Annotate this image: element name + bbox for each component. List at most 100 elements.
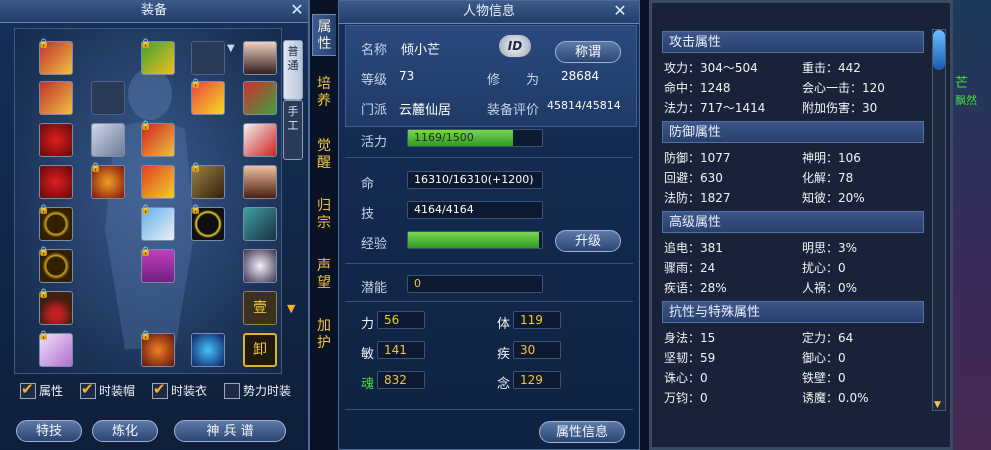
equip-slot-ring-gold-2[interactable]: 🔒 — [38, 247, 73, 283]
level-label: 等级 — [361, 73, 388, 88]
stat-agi-value: 141 — [377, 341, 425, 359]
attr-value: 御心：0 — [802, 351, 846, 365]
scroll-down-icon[interactable]: ▼ — [287, 302, 295, 315]
attr-value: 诱魔：0.0% — [802, 391, 869, 405]
checkbox-fashion-hat-box[interactable] — [80, 380, 96, 399]
attr-value: 身法：15 — [664, 331, 716, 345]
attr-value: 人祸：0% — [802, 281, 858, 295]
tab-awaken[interactable]: 觉醒 — [312, 138, 336, 178]
checkbox-fashion-hat[interactable]: 时装帽 — [80, 380, 135, 400]
equip-slot-flower[interactable] — [243, 123, 277, 157]
attr-value: 重击：442 — [802, 61, 861, 75]
tab-return[interactable]: 归宗 — [312, 198, 336, 238]
equip-slot-scroll[interactable]: 🔒 — [38, 331, 73, 367]
tab-attributes[interactable]: 属性 — [312, 14, 336, 56]
special-skill-button[interactable]: 特技 — [16, 420, 82, 442]
equip-slot-shoulder[interactable]: 🔒 — [190, 79, 225, 115]
exp-bar — [407, 231, 543, 249]
equipment-close-icon[interactable]: ✕ — [288, 1, 306, 19]
equip-slot-pet[interactable]: 🔒 — [140, 331, 175, 367]
unload-button[interactable]: 卸 — [243, 333, 277, 367]
checkbox-fashion-body-box[interactable] — [152, 380, 168, 399]
skill-field: 4164/4164 — [407, 201, 543, 219]
attr-value: 会心一击：120 — [802, 81, 885, 95]
game-scene-edge: 芒 飘然 — [953, 0, 991, 450]
attr-value: 铁壁：0 — [802, 371, 846, 385]
id-badge[interactable]: ID — [499, 35, 531, 57]
attr-value: 疾语：28% — [664, 281, 727, 295]
equip-slot-spirit[interactable] — [243, 249, 277, 283]
equip-slot-gold-ring[interactable]: 🔒 — [190, 205, 225, 241]
equip-slot-charm[interactable]: 🔒 — [140, 205, 175, 241]
equip-slot-belt[interactable] — [141, 165, 175, 199]
stat-spd-value: 30 — [513, 341, 561, 359]
checkbox-attr-box[interactable] — [20, 380, 36, 399]
divider — [345, 301, 633, 302]
equip-slot-fashion-hat[interactable] — [243, 41, 277, 75]
lock-icon: 🔒 — [38, 39, 50, 49]
checkbox-faction-fashion-label: 势力时装 — [243, 384, 292, 398]
tab-normal[interactable]: 普通 — [283, 40, 303, 100]
equip-slot-flame[interactable]: 🔒 — [90, 163, 125, 199]
equip-slot-necklace[interactable]: 🔒 — [38, 289, 73, 325]
section-defense-header: 防御属性 — [662, 121, 924, 143]
tab-protection[interactable]: 加护 — [312, 318, 336, 358]
checkbox-fashion-body-label: 时装衣 — [171, 384, 208, 398]
scrollbar-thumb[interactable] — [933, 30, 945, 70]
dropdown-arrow-icon[interactable]: ▼ — [227, 43, 235, 54]
lock-icon: 🔒 — [38, 247, 50, 257]
attr-value: 回避：630 — [664, 171, 723, 185]
title-button[interactable]: 称谓 — [555, 41, 621, 63]
vitality-value: 1169/1500 — [414, 131, 474, 144]
checkbox-attr[interactable]: 属性 — [20, 380, 63, 400]
equip-slot-ring-red-2[interactable] — [39, 165, 73, 199]
checkbox-faction-fashion-box[interactable] — [224, 382, 240, 399]
lock-icon: 🔒 — [190, 205, 202, 215]
attr-value: 附加伤害：30 — [802, 101, 878, 115]
attr-value: 命中：1248 — [664, 81, 731, 95]
stat-spd-label: 疾 — [497, 347, 511, 362]
equip-slot-empty-1[interactable] — [91, 81, 125, 115]
equip-slot-mount[interactable] — [243, 207, 277, 241]
refine-button[interactable]: 炼化 — [92, 420, 158, 442]
scroll-down-icon[interactable]: ▼ — [934, 400, 941, 410]
equip-slot-empty-2[interactable] — [191, 41, 225, 75]
tab-handmade[interactable]: 手工 — [283, 100, 303, 160]
equip-slot-ring-gold-1[interactable]: 🔒 — [38, 205, 73, 241]
equip-slot-orb[interactable] — [191, 333, 225, 367]
equip-slot-talisman-1[interactable]: 🔒 — [38, 39, 73, 75]
equip-slot-ring-red-1[interactable] — [39, 123, 73, 157]
character-info-close-icon[interactable]: ✕ — [611, 2, 629, 20]
name-label: 名称 — [361, 43, 388, 58]
stat-str-value: 56 — [377, 311, 425, 329]
lock-icon: 🔒 — [140, 205, 152, 215]
checkbox-faction-fashion[interactable]: 势力时装 — [224, 382, 291, 400]
attr-value: 定力：64 — [802, 331, 854, 345]
attribute-scrollbar[interactable]: ▼ — [932, 29, 946, 411]
tab-cultivate[interactable]: 培养 — [312, 76, 336, 116]
attr-value: 诛心：0 — [664, 371, 708, 385]
attr-value: 神明：106 — [802, 151, 861, 165]
attr-value: 防御：1077 — [664, 151, 731, 165]
rank-button[interactable]: 壹 — [243, 291, 277, 325]
tab-reputation[interactable]: 声望 — [312, 258, 336, 298]
tab-awaken-label: 觉醒 — [317, 138, 331, 171]
stat-soul-value: 832 — [377, 371, 425, 389]
equip-slot-weapon[interactable]: 🔒 — [190, 163, 225, 199]
equip-slot-mask[interactable] — [243, 81, 277, 115]
attr-value: 坚韧：59 — [664, 351, 716, 365]
equip-slot-armor[interactable]: 🔒 — [140, 121, 175, 157]
vitality-bar: 1169/1500 — [407, 129, 543, 147]
checkbox-fashion-body[interactable]: 时装衣 — [152, 380, 208, 400]
attr-value: 法防：1827 — [664, 191, 731, 205]
equip-slot-pants[interactable]: 🔒 — [140, 247, 175, 283]
equip-slot-helmet[interactable]: 🔒 — [140, 39, 175, 75]
upgrade-button[interactable]: 升级 — [555, 230, 621, 252]
equip-slot-talisman-2[interactable] — [39, 81, 73, 115]
attr-value: 追电：381 — [664, 241, 723, 255]
attribute-info-button[interactable]: 属性信息 — [539, 421, 625, 443]
equipment-grid: 🔒 🔒 🔒 🔒 🔒 🔒 🔒 🔒 🔒 🔒 🔒 🔒 🔒 🔒 ▼ 壹 卸 — [14, 28, 282, 374]
equip-slot-wings[interactable] — [91, 123, 125, 157]
equip-slot-fashion-body[interactable] — [243, 165, 277, 199]
weapon-manual-button[interactable]: 神 兵 谱 — [174, 420, 286, 442]
